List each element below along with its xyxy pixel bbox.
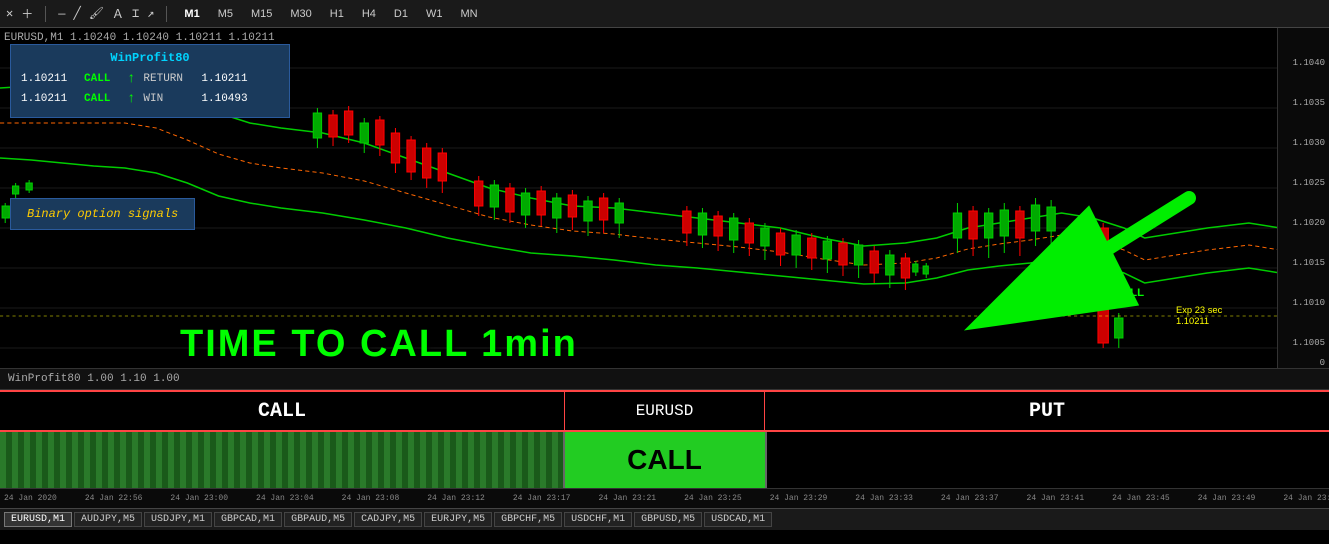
- toolbar-minus-icon[interactable]: —: [58, 7, 65, 21]
- sym-tab-6[interactable]: EURJPY,M5: [424, 512, 492, 527]
- price-tick-6: 1.1015: [1293, 258, 1325, 268]
- wp-row-1: 1.10211 CALL ↑ RETURN 1.10211: [21, 71, 279, 87]
- big-call-button[interactable]: CALL: [565, 432, 765, 488]
- sym-tab-5[interactable]: CADJPY,M5: [354, 512, 422, 527]
- wp-price-2: 1.10493: [201, 93, 247, 105]
- sym-tab-2[interactable]: USDJPY,M1: [144, 512, 212, 527]
- time-label-2: 24 Jan 23:00: [170, 494, 228, 503]
- time-axis: 24 Jan 2020 24 Jan 22:56 24 Jan 23:00 24…: [0, 488, 1329, 508]
- chart-area: EURUSD,M1 1.10240 1.10240 1.10211 1.1021…: [0, 28, 1329, 368]
- sym-tab-0[interactable]: EURUSD,M1: [4, 512, 72, 527]
- tf-m1[interactable]: M1: [179, 7, 204, 21]
- wp-row-2: 1.10211 CALL ↑ WIN 1.10493: [21, 91, 279, 107]
- time-label-7: 24 Jan 23:21: [598, 494, 656, 503]
- time-to-call-label: TIME TO CALL 1min: [180, 323, 578, 366]
- price-tick-1: 1.1040: [1293, 58, 1325, 68]
- win-profit-panel: WinProfit80 1.10211 CALL ↑ RETURN 1.1021…: [10, 44, 290, 118]
- price-tick-4: 1.1025: [1293, 178, 1325, 188]
- tf-m15[interactable]: M15: [246, 7, 277, 21]
- toolbar-sep2: [166, 6, 167, 22]
- sym-tab-9[interactable]: GBPUSD,M5: [634, 512, 702, 527]
- wp-price-1: 1.10211: [201, 73, 247, 85]
- sig-put-label: PUT: [765, 392, 1329, 430]
- time-label-1: 24 Jan 22:56: [85, 494, 143, 503]
- tf-w1[interactable]: W1: [421, 7, 448, 21]
- toolbar-arrow-icon[interactable]: ↗: [147, 6, 154, 21]
- wp-arrow-1: ↑: [127, 71, 135, 87]
- time-label-5: 24 Jan 23:12: [427, 494, 485, 503]
- time-label-3: 24 Jan 23:04: [256, 494, 314, 503]
- wp-call-2: CALL: [84, 93, 119, 105]
- green-arrow-svg: [929, 178, 1209, 338]
- wp-val-2: 1.10211: [21, 93, 76, 105]
- wp-call-1: CALL: [84, 73, 119, 85]
- tf-d1[interactable]: D1: [389, 7, 413, 21]
- tf-h4[interactable]: H4: [357, 7, 381, 21]
- price-tick-7: 1.1010: [1293, 298, 1325, 308]
- price-tick-2: 1.1035: [1293, 98, 1325, 108]
- time-label-0: 24 Jan 2020: [4, 494, 57, 503]
- wp-arrow-2: ↑: [127, 91, 135, 107]
- tf-mn[interactable]: MN: [455, 7, 482, 21]
- tf-m30[interactable]: M30: [285, 7, 316, 21]
- big-call-left-pattern: [0, 432, 565, 488]
- tf-h1[interactable]: H1: [325, 7, 349, 21]
- price-tick-8: 1.1005: [1293, 338, 1325, 348]
- time-label-4: 24 Jan 23:08: [342, 494, 400, 503]
- wp-label-return: RETURN: [143, 73, 193, 85]
- price-tick-3: 1.1030: [1293, 138, 1325, 148]
- wp-info-bar: WinProfit80 1.00 1.10 1.00: [0, 368, 1329, 390]
- price-tick-9: 0: [1320, 358, 1325, 368]
- toolbar-line-icon[interactable]: ╱: [73, 6, 80, 21]
- price-tick-5: 1.1020: [1293, 218, 1325, 228]
- sig-eurusd-label: EURUSD: [565, 392, 765, 430]
- binary-signals-label: Binary option signals: [10, 198, 195, 230]
- sym-tab-10[interactable]: USDCAD,M1: [704, 512, 772, 527]
- sym-tab-1[interactable]: AUDJPY,M5: [74, 512, 142, 527]
- time-label-15: 24 Jan 23:53: [1283, 494, 1329, 503]
- wp-label-win: WIN: [143, 93, 193, 105]
- wp-title: WinProfit80: [21, 51, 279, 65]
- sym-tab-7[interactable]: GBPCHF,M5: [494, 512, 562, 527]
- sym-tab-4[interactable]: GBPAUD,M5: [284, 512, 352, 527]
- toolbar-text-icon[interactable]: Ａ: [112, 5, 124, 22]
- toolbar: ✕ ＋ — ╱ 🖌 Ａ ⌶ ↗ M1 M5 M15 M30 H1 H4 D1 W…: [0, 0, 1329, 28]
- sym-tab-8[interactable]: USDCHF,M1: [564, 512, 632, 527]
- toolbar-sep1: [45, 6, 46, 22]
- toolbar-cursor-icon[interactable]: ⌶: [132, 6, 139, 21]
- time-label-14: 24 Jan 23:49: [1198, 494, 1256, 503]
- big-call-right-area: [765, 432, 1329, 488]
- time-label-8: 24 Jan 23:25: [684, 494, 742, 503]
- wp-val-1: 1.10211: [21, 73, 76, 85]
- signal-bar: CALL EURUSD PUT: [0, 390, 1329, 432]
- symbol-tabs: EURUSD,M1 AUDJPY,M5 USDJPY,M1 GBPCAD,M1 …: [0, 508, 1329, 530]
- sig-call-label: CALL: [0, 392, 565, 430]
- price-scale: 1.1040 1.1035 1.1030 1.1025 1.1020 1.101…: [1277, 28, 1329, 368]
- time-label-9: 24 Jan 23:29: [770, 494, 828, 503]
- time-label-10: 24 Jan 23:33: [855, 494, 913, 503]
- time-label-12: 24 Jan 23:41: [1027, 494, 1085, 503]
- time-label-11: 24 Jan 23:37: [941, 494, 999, 503]
- toolbar-cross-icon[interactable]: ✕: [6, 6, 13, 21]
- time-label-6: 24 Jan 23:17: [513, 494, 571, 503]
- big-call-section: CALL: [0, 432, 1329, 488]
- toolbar-plus-icon[interactable]: ＋: [21, 5, 33, 22]
- pair-info: EURUSD,M1 1.10240 1.10240 1.10211 1.1021…: [4, 32, 275, 44]
- sym-tab-3[interactable]: GBPCAD,M1: [214, 512, 282, 527]
- tf-m5[interactable]: M5: [213, 7, 238, 21]
- time-label-13: 24 Jan 23:45: [1112, 494, 1170, 503]
- toolbar-brush-icon[interactable]: 🖌: [89, 6, 104, 21]
